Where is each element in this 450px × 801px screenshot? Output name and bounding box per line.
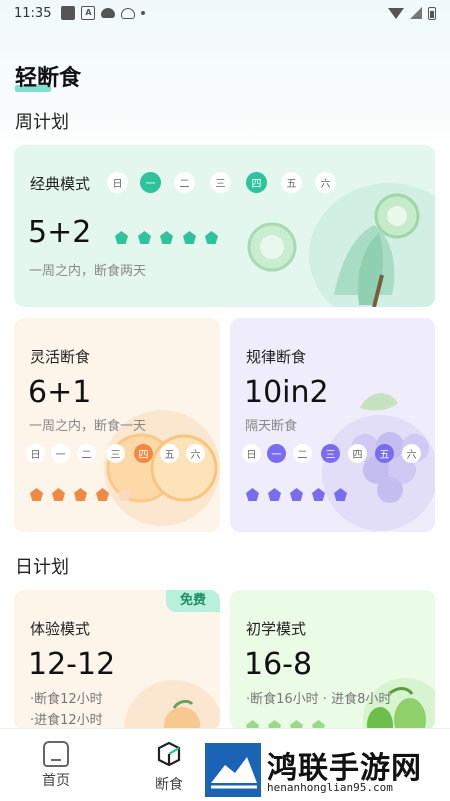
day-fri: 五	[281, 172, 302, 193]
regular-description: 隔天断食	[245, 419, 298, 434]
classic-ratio: 5+2	[28, 215, 92, 250]
watermark: 鸿联手游网 henanhonglian95.com	[203, 741, 450, 801]
tab-fasting-label: 断食	[155, 777, 183, 793]
beginner-hours: ·断食16小时 · 进食8小时	[246, 692, 392, 707]
weekly-section-title: 周计划	[15, 112, 69, 133]
trial-eating-hours: ·进食12小时	[30, 713, 103, 728]
flexible-title: 灵活断食	[30, 348, 91, 366]
day-wed: 三	[321, 444, 340, 463]
day-sat: 六	[186, 444, 205, 463]
beginner-ratio: 16-8	[244, 647, 313, 682]
flexible-ratio: 6+1	[28, 375, 92, 410]
day-fri: 五	[160, 444, 179, 463]
regular-ratio: 10in2	[244, 375, 329, 410]
notification-icon	[61, 6, 76, 20]
day-sat: 六	[315, 172, 336, 193]
app-notification-icon: A	[81, 6, 96, 20]
classic-title: 经典模式	[30, 175, 91, 193]
tab-fasting[interactable]: 断食	[139, 729, 199, 794]
classic-description: 一周之内，断食两天	[29, 264, 147, 279]
battery-icon	[428, 6, 436, 20]
day-thu: 四	[348, 444, 367, 463]
day-mon: 一	[51, 444, 70, 463]
page-title-text: 轻断食	[15, 66, 82, 91]
trial-ratio: 12-12	[28, 647, 116, 682]
regular-fasting-card[interactable]: 规律断食 10in2 隔天断食 日 一 二 三 四 五 六	[230, 318, 435, 532]
status-time: 11:35	[14, 5, 52, 21]
cloud-icon	[101, 8, 116, 18]
fasting-cube-icon	[157, 741, 181, 767]
home-icon	[43, 741, 69, 767]
day-fri: 五	[375, 444, 394, 463]
watermark-logo	[205, 743, 261, 797]
flexible-description: 一周之内，断食一天	[29, 419, 147, 434]
day-thu: 四	[246, 172, 267, 193]
status-bar: 11:35 A	[0, 0, 450, 26]
day-wed: 三	[210, 172, 231, 193]
day-sat: 六	[402, 444, 421, 463]
beginner-mode-card[interactable]: 初学模式 16-8 ·断食16小时 · 进食8小时	[230, 590, 435, 730]
beginner-title: 初学模式	[246, 620, 307, 638]
daily-section-title: 日计划	[15, 557, 69, 578]
cloud-outline-icon	[121, 7, 136, 19]
free-badge: 免费	[166, 590, 220, 612]
regular-title: 规律断食	[246, 348, 307, 366]
day-wed: 三	[106, 444, 125, 463]
trial-fasting-hours: ·断食12小时	[30, 692, 103, 707]
day-sun: 日	[107, 172, 128, 193]
trial-mode-card[interactable]: 免费 体验模式 12-12 ·断食12小时 ·进食12小时	[14, 590, 220, 730]
day-tue: 二	[293, 444, 312, 463]
classic-mode-card[interactable]: 经典模式 日 一 二 三 四 五 六 5+2 一周之内，断食两天	[14, 145, 435, 307]
trial-title: 体验模式	[30, 620, 91, 638]
day-thu: 四	[134, 444, 153, 463]
flexible-fasting-card[interactable]: 灵活断食 6+1 一周之内，断食一天 日 一 二 三 四 五 六	[14, 318, 220, 532]
more-notifications-dot	[141, 11, 146, 15]
day-sun: 日	[26, 444, 45, 463]
watermark-url: henanhonglian95.com	[267, 781, 393, 794]
day-tue: 二	[174, 172, 195, 193]
tab-home[interactable]: 首页	[26, 729, 86, 790]
signal-icon	[410, 7, 422, 19]
tab-home-label: 首页	[42, 773, 70, 789]
day-tue: 二	[77, 444, 96, 463]
day-mon: 一	[140, 172, 161, 193]
day-sun: 日	[242, 444, 261, 463]
day-mon: 一	[267, 444, 286, 463]
wifi-icon	[388, 7, 404, 19]
page-title: 轻断食	[15, 60, 81, 92]
